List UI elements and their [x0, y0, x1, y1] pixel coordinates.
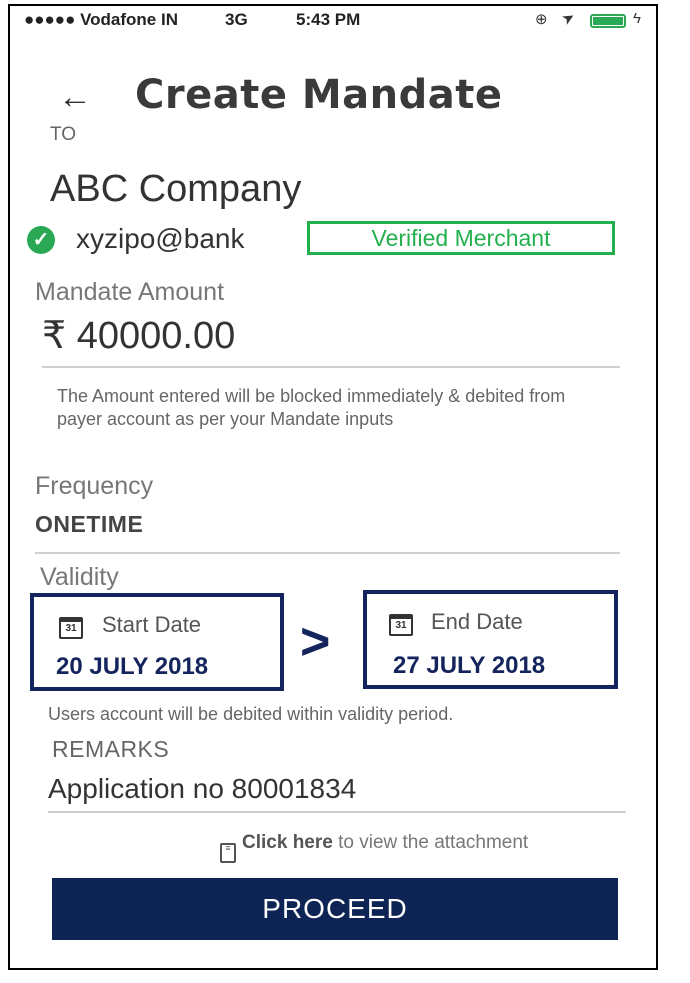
start-date-picker[interactable]: 31 Start Date 20 JULY 2018 [30, 593, 284, 691]
amount-divider [42, 366, 620, 368]
validity-label: Validity [40, 563, 119, 591]
page-title: Create Mandate [135, 72, 503, 118]
attachment-text: to view the attachment [332, 832, 529, 853]
frequency-label: Frequency [35, 472, 154, 500]
rupee-icon: ₹ [42, 315, 67, 357]
verified-check-icon: ✓ [27, 226, 55, 254]
status-time: 5:43 PM [296, 10, 361, 29]
end-date-label: End Date [431, 609, 523, 634]
frequency-divider [35, 552, 620, 554]
calendar-icon: 31 [389, 614, 413, 636]
back-arrow-icon[interactable]: ← [58, 78, 92, 117]
amount-field[interactable]: ₹ 40000.00 [42, 313, 235, 358]
end-date-value: 27 JULY 2018 [393, 652, 546, 679]
amount-value: 40000.00 [76, 315, 236, 357]
verified-merchant-badge: Verified Merchant [307, 221, 615, 255]
calendar-icon: 31 [59, 617, 83, 639]
battery-icon [590, 14, 626, 28]
start-date-value: 20 JULY 2018 [56, 653, 209, 680]
lock-rotation-icon: ⊕ [535, 11, 548, 28]
payee-name: ABC Company [50, 168, 302, 210]
carrier-name: ●●●●● Vodafone IN [24, 10, 178, 29]
click-here-link[interactable]: Click here [242, 832, 333, 853]
network-type: 3G [225, 10, 248, 29]
date-separator: > [300, 613, 331, 671]
frequency-value[interactable]: ONETIME [35, 511, 143, 538]
document-icon: ≡ [220, 843, 236, 863]
to-label: TO [50, 124, 77, 145]
remarks-divider [48, 811, 626, 813]
remarks-label: REMARKS [52, 736, 170, 762]
proceed-button[interactable]: PROCEED [52, 878, 618, 940]
amount-note: The Amount entered will be blocked immed… [57, 386, 566, 429]
amount-label: Mandate Amount [35, 278, 225, 306]
charging-icon: ϟ [633, 10, 641, 27]
view-attachment-link[interactable]: ≡ Click here to view the attachment [220, 832, 528, 863]
payee-vpa: xyzipo@bank [76, 223, 245, 254]
start-date-label: Start Date [102, 612, 202, 637]
remarks-value[interactable]: Application no 80001834 [48, 773, 356, 805]
end-date-picker[interactable]: 31 End Date 27 JULY 2018 [363, 590, 618, 689]
validity-note: Users account will be debited within val… [48, 704, 454, 724]
